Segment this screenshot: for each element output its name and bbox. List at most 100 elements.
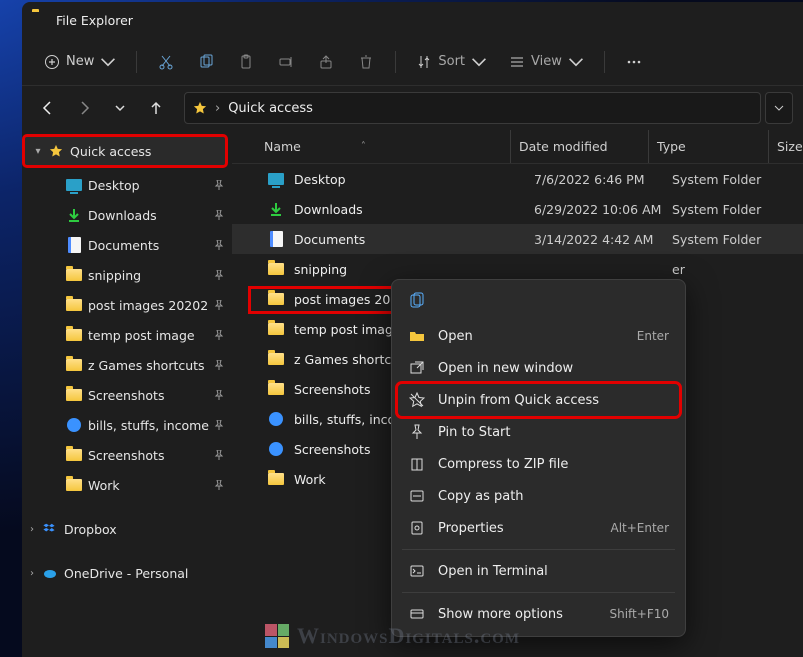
file-icon <box>264 353 288 365</box>
item-icon <box>64 269 84 281</box>
copy-icon[interactable] <box>189 46 223 78</box>
file-row[interactable]: Desktop7/6/2022 6:46 PMSystem Folder <box>232 164 803 194</box>
new-button[interactable]: New <box>36 46 124 78</box>
ctx-unpin-quick-access[interactable]: Unpin from Quick access <box>398 384 679 416</box>
chevron-right-icon[interactable]: › <box>24 568 40 579</box>
ctx-compress-zip[interactable]: Compress to ZIP file <box>398 448 679 480</box>
item-icon <box>64 389 84 401</box>
sidebar-item-downloads[interactable]: Downloads <box>22 200 232 230</box>
file-date: 6/29/2022 10:06 AM <box>534 202 672 217</box>
column-type[interactable]: Type <box>648 130 768 163</box>
unpin-star-icon <box>408 392 426 408</box>
sidebar-item-work[interactable]: Work <box>22 470 232 500</box>
rename-icon[interactable] <box>269 46 303 78</box>
folder-open-icon <box>408 328 426 344</box>
pin-icon <box>214 450 224 460</box>
file-icon <box>264 473 288 485</box>
sidebar-item-label: Screenshots <box>88 448 226 463</box>
more-options-icon <box>408 606 426 622</box>
sidebar-onedrive[interactable]: › OneDrive - Personal <box>22 558 232 588</box>
share-icon[interactable] <box>309 46 343 78</box>
sidebar-item-label: Screenshots <box>88 388 226 403</box>
sidebar-item-temp-post-image[interactable]: temp post image <box>22 320 232 350</box>
sidebar-item-z-games-shortcuts[interactable]: z Games shortcuts <box>22 350 232 380</box>
pin-icon <box>214 480 224 490</box>
sidebar-dropbox[interactable]: › Dropbox <box>22 514 232 544</box>
sidebar-item-label: Downloads <box>88 208 226 223</box>
sidebar-item-label: temp post image <box>88 328 226 343</box>
pin-icon <box>214 270 224 280</box>
pin-icon <box>214 420 224 430</box>
onedrive-icon <box>40 565 60 581</box>
breadcrumb[interactable]: Quick access <box>228 101 313 116</box>
item-icon <box>64 299 84 311</box>
app-icon <box>32 12 48 28</box>
sidebar-item-label: Desktop <box>88 178 226 193</box>
sidebar-item-documents[interactable]: Documents <box>22 230 232 260</box>
file-icon <box>264 383 288 395</box>
file-date: 7/6/2022 6:46 PM <box>534 172 672 187</box>
pin-icon <box>214 240 224 250</box>
pin-icon <box>214 390 224 400</box>
column-headers: Name ˄ Date modified Type Size <box>232 130 803 164</box>
back-button[interactable] <box>32 92 64 124</box>
sidebar-item-label: bills, stuffs, income <box>88 418 226 433</box>
sidebar-item-post-images-20202[interactable]: post images 20202 <box>22 290 232 320</box>
chevron-down-icon[interactable]: ▾ <box>30 146 46 157</box>
address-history-button[interactable] <box>765 92 793 124</box>
paste-icon[interactable] <box>229 46 263 78</box>
sort-button[interactable]: Sort <box>408 46 495 78</box>
sidebar-item-screenshots[interactable]: Screenshots <box>22 380 232 410</box>
pin-icon <box>408 424 426 440</box>
pin-icon <box>214 330 224 340</box>
file-name: Documents <box>294 232 534 247</box>
sidebar-item-snipping[interactable]: snipping <box>22 260 232 290</box>
sidebar-item-desktop[interactable]: Desktop <box>22 170 232 200</box>
column-date[interactable]: Date modified <box>510 130 648 163</box>
file-icon <box>264 293 288 305</box>
context-quick-actions <box>398 286 679 320</box>
ctx-pin-start[interactable]: Pin to Start <box>398 416 679 448</box>
sort-indicator: ˄ <box>361 141 366 152</box>
file-row[interactable]: Documents3/14/2022 4:42 AMSystem Folder <box>232 224 803 254</box>
ctx-open-new-window[interactable]: Open in new window <box>398 352 679 384</box>
star-icon <box>46 144 66 158</box>
recent-dropdown[interactable] <box>104 92 136 124</box>
column-size[interactable]: Size <box>768 130 803 163</box>
file-icon <box>264 263 288 275</box>
chevron-right-icon[interactable]: › <box>24 524 40 535</box>
cut-icon[interactable] <box>149 46 183 78</box>
item-icon <box>64 329 84 341</box>
more-icon[interactable] <box>617 46 651 78</box>
file-row[interactable]: Downloads6/29/2022 10:06 AMSystem Folder <box>232 194 803 224</box>
file-icon <box>264 442 288 456</box>
delete-icon[interactable] <box>349 46 383 78</box>
forward-button[interactable] <box>68 92 100 124</box>
sidebar-quick-access[interactable]: ▾ Quick access <box>24 136 226 166</box>
terminal-icon <box>408 563 426 579</box>
pin-icon <box>214 360 224 370</box>
item-icon <box>64 207 84 223</box>
watermark: WindowsDigitals.com <box>265 623 520 649</box>
address-bar[interactable]: › Quick access <box>184 92 761 124</box>
ctx-open-terminal[interactable]: Open in Terminal <box>398 555 679 587</box>
properties-icon <box>408 520 426 536</box>
file-icon <box>264 173 288 185</box>
up-button[interactable] <box>140 92 172 124</box>
new-window-icon <box>408 360 426 376</box>
file-name: Desktop <box>294 172 534 187</box>
copy-icon[interactable] <box>408 292 426 310</box>
item-icon <box>64 479 84 491</box>
sidebar-item-bills-stuffs-income[interactable]: bills, stuffs, income <box>22 410 232 440</box>
ctx-open[interactable]: Open Enter <box>398 320 679 352</box>
sidebar-item-screenshots[interactable]: Screenshots <box>22 440 232 470</box>
file-type: System Folder <box>672 202 792 217</box>
sidebar-item-label: post images 20202 <box>88 298 226 313</box>
column-name[interactable]: Name ˄ <box>260 139 510 154</box>
sidebar-item-label: snipping <box>88 268 226 283</box>
view-button[interactable]: View <box>501 46 592 78</box>
ctx-properties[interactable]: Properties Alt+Enter <box>398 512 679 544</box>
ctx-copy-path[interactable]: Copy as path <box>398 480 679 512</box>
navigation-sidebar: ▾ Quick access Desktop Downloads Documents… <box>22 130 232 657</box>
pin-icon <box>214 210 224 220</box>
